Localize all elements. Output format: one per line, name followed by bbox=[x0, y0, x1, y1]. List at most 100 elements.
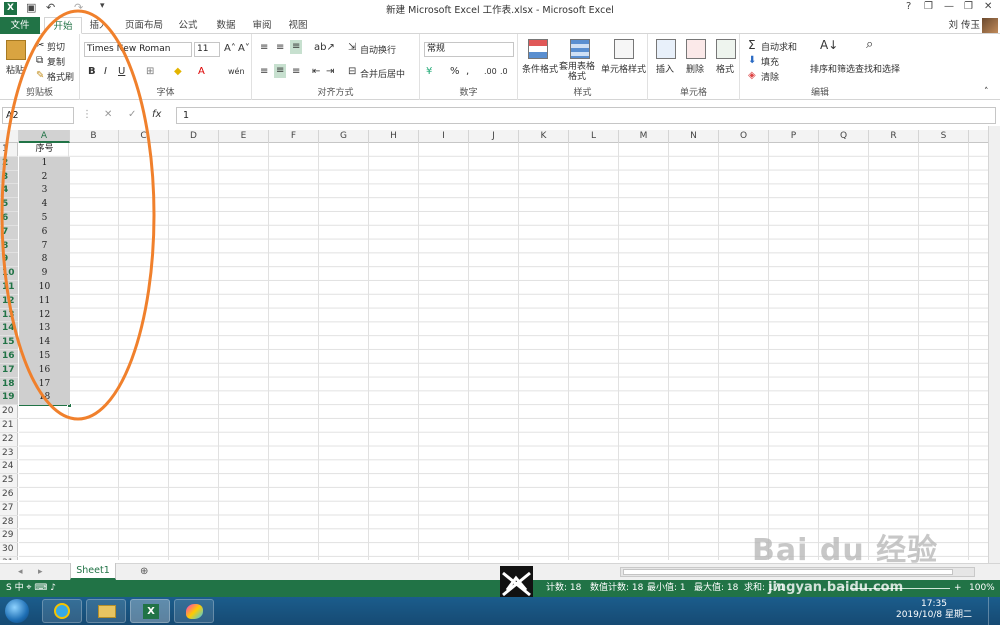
column-header-d[interactable]: D bbox=[169, 130, 219, 143]
cell-a4[interactable]: 3 bbox=[19, 184, 70, 199]
tab-file[interactable]: 文件 bbox=[0, 17, 40, 34]
format-cells-button[interactable]: 格式 bbox=[716, 62, 734, 75]
zoom-in-icon[interactable]: + bbox=[954, 580, 962, 597]
paint-taskbar-icon[interactable] bbox=[174, 599, 214, 623]
align-left-icon[interactable]: ≡ bbox=[260, 66, 268, 78]
scroll-thumb[interactable] bbox=[623, 569, 953, 575]
row-header-22[interactable]: 22 bbox=[0, 433, 18, 447]
cut-button[interactable]: 剪切 bbox=[47, 40, 65, 53]
row-header-20[interactable]: 20 bbox=[0, 405, 18, 419]
format-painter-button[interactable]: 格式刷 bbox=[47, 70, 74, 83]
cancel-icon[interactable]: ✕ bbox=[104, 109, 112, 121]
user-name[interactable]: 刘 传玉 bbox=[948, 17, 980, 34]
insert-cells-icon[interactable] bbox=[656, 39, 676, 59]
wrap-text-icon[interactable]: ⇲ bbox=[348, 42, 356, 54]
clear-button[interactable]: 清除 bbox=[761, 70, 779, 83]
tab-page-layout[interactable]: 页面布局 bbox=[120, 17, 168, 34]
column-header-s[interactable]: S bbox=[919, 130, 969, 143]
row-header-3[interactable]: 3 bbox=[0, 170, 18, 185]
tab-formulas[interactable]: 公式 bbox=[172, 17, 204, 34]
tab-home[interactable]: 开始 bbox=[44, 17, 82, 34]
row-header-1[interactable]: 1 bbox=[0, 143, 18, 157]
increase-indent-icon[interactable]: ⇥ bbox=[326, 66, 334, 78]
format-as-table-button[interactable]: 套用表格格式 bbox=[558, 62, 596, 82]
align-bottom-icon[interactable]: ≡ bbox=[290, 40, 303, 54]
autosum-icon[interactable]: Σ bbox=[748, 39, 756, 51]
cell-a3[interactable]: 2 bbox=[19, 170, 70, 185]
cell-a15[interactable]: 14 bbox=[19, 336, 70, 350]
currency-icon[interactable]: ¥ bbox=[426, 66, 432, 78]
cell-a6[interactable]: 5 bbox=[19, 212, 70, 226]
merge-center-button[interactable]: 合并后居中 bbox=[360, 67, 405, 80]
column-header-l[interactable]: L bbox=[569, 130, 619, 143]
conditional-format-button[interactable]: 条件格式 bbox=[522, 62, 558, 75]
name-box[interactable]: A2 bbox=[2, 107, 74, 124]
cell-a18[interactable]: 17 bbox=[19, 377, 70, 392]
row-header-27[interactable]: 27 bbox=[0, 502, 18, 516]
comma-button[interactable]: , bbox=[466, 66, 469, 78]
cell-a10[interactable]: 9 bbox=[19, 267, 70, 281]
row-header-11[interactable]: 11 bbox=[0, 281, 18, 295]
delete-cells-button[interactable]: 删除 bbox=[686, 62, 704, 75]
number-format-select[interactable]: 常规 bbox=[424, 42, 514, 57]
underline-button[interactable]: U bbox=[118, 66, 125, 78]
vertical-scrollbar[interactable] bbox=[988, 126, 1000, 566]
new-sheet-icon[interactable]: ⊕ bbox=[140, 566, 148, 578]
row-header-12[interactable]: 12 bbox=[0, 294, 18, 309]
ime-icons[interactable]: S 中 ⌖ ⌨ ♪ bbox=[6, 580, 56, 597]
conditional-format-icon[interactable] bbox=[528, 39, 548, 59]
decrease-indent-icon[interactable]: ⇤ bbox=[312, 66, 320, 78]
minimize-button[interactable]: — bbox=[944, 1, 954, 12]
cell-a17[interactable]: 16 bbox=[19, 363, 70, 378]
bold-button[interactable]: B bbox=[88, 66, 96, 78]
row-header-19[interactable]: 19 bbox=[0, 391, 18, 406]
align-center-icon[interactable]: ≡ bbox=[274, 64, 287, 78]
row-header-31[interactable]: 31 bbox=[0, 557, 18, 560]
clear-icon[interactable]: ◈ bbox=[748, 70, 756, 82]
format-as-table-icon[interactable] bbox=[570, 39, 590, 59]
tab-view[interactable]: 视图 bbox=[282, 17, 314, 34]
cell-a12[interactable]: 11 bbox=[19, 294, 70, 309]
find-select-icon[interactable]: ⌕ bbox=[866, 38, 873, 51]
increase-decimal-icon[interactable]: .00 bbox=[484, 66, 497, 78]
percent-button[interactable]: % bbox=[450, 66, 460, 78]
format-cells-icon[interactable] bbox=[716, 39, 736, 59]
merge-center-icon[interactable]: ⊟ bbox=[348, 66, 356, 78]
column-header-j[interactable]: J bbox=[469, 130, 519, 143]
align-top-icon[interactable]: ≡ bbox=[260, 42, 268, 54]
tab-data[interactable]: 数据 bbox=[210, 17, 242, 34]
show-desktop-button[interactable] bbox=[988, 597, 1000, 625]
wrap-text-button[interactable]: 自动换行 bbox=[360, 43, 396, 56]
paste-icon[interactable] bbox=[6, 40, 26, 60]
column-header-n[interactable]: N bbox=[669, 130, 719, 143]
start-button[interactable] bbox=[5, 599, 29, 623]
shrink-font-icon[interactable]: A˅ bbox=[238, 43, 250, 55]
row-header-30[interactable]: 30 bbox=[0, 543, 18, 557]
column-header-o[interactable]: O bbox=[719, 130, 769, 143]
row-header-18[interactable]: 18 bbox=[0, 377, 18, 392]
column-header-i[interactable]: I bbox=[419, 130, 469, 143]
header-cell-a1[interactable]: 序号 bbox=[19, 143, 70, 157]
row-header-6[interactable]: 6 bbox=[0, 212, 18, 226]
maximize-button[interactable]: ❐ bbox=[964, 1, 973, 12]
column-header-b[interactable]: B bbox=[69, 130, 119, 143]
phonetic-icon[interactable]: wén bbox=[228, 66, 245, 78]
border-icon[interactable]: ⊞ bbox=[146, 66, 154, 78]
cell-area[interactable] bbox=[19, 143, 988, 560]
sort-filter-button[interactable]: 排序和筛选 bbox=[810, 62, 855, 75]
row-header-21[interactable]: 21 bbox=[0, 419, 18, 433]
row-header-25[interactable]: 25 bbox=[0, 474, 18, 488]
grow-font-icon[interactable]: A˄ bbox=[224, 43, 236, 55]
row-header-13[interactable]: 13 bbox=[0, 308, 18, 323]
column-header-h[interactable]: H bbox=[369, 130, 419, 143]
cell-a13[interactable]: 12 bbox=[19, 308, 70, 323]
column-header-r[interactable]: R bbox=[869, 130, 919, 143]
insert-function-icon[interactable]: fx bbox=[152, 109, 161, 121]
ribbon-display-button[interactable]: ❐ bbox=[924, 1, 933, 12]
help-button[interactable]: ? bbox=[906, 1, 911, 12]
row-header-15[interactable]: 15 bbox=[0, 336, 18, 350]
row-header-8[interactable]: 8 bbox=[0, 239, 18, 254]
row-header-14[interactable]: 14 bbox=[0, 322, 18, 337]
column-header-c[interactable]: C bbox=[119, 130, 169, 143]
row-header-16[interactable]: 16 bbox=[0, 350, 18, 364]
